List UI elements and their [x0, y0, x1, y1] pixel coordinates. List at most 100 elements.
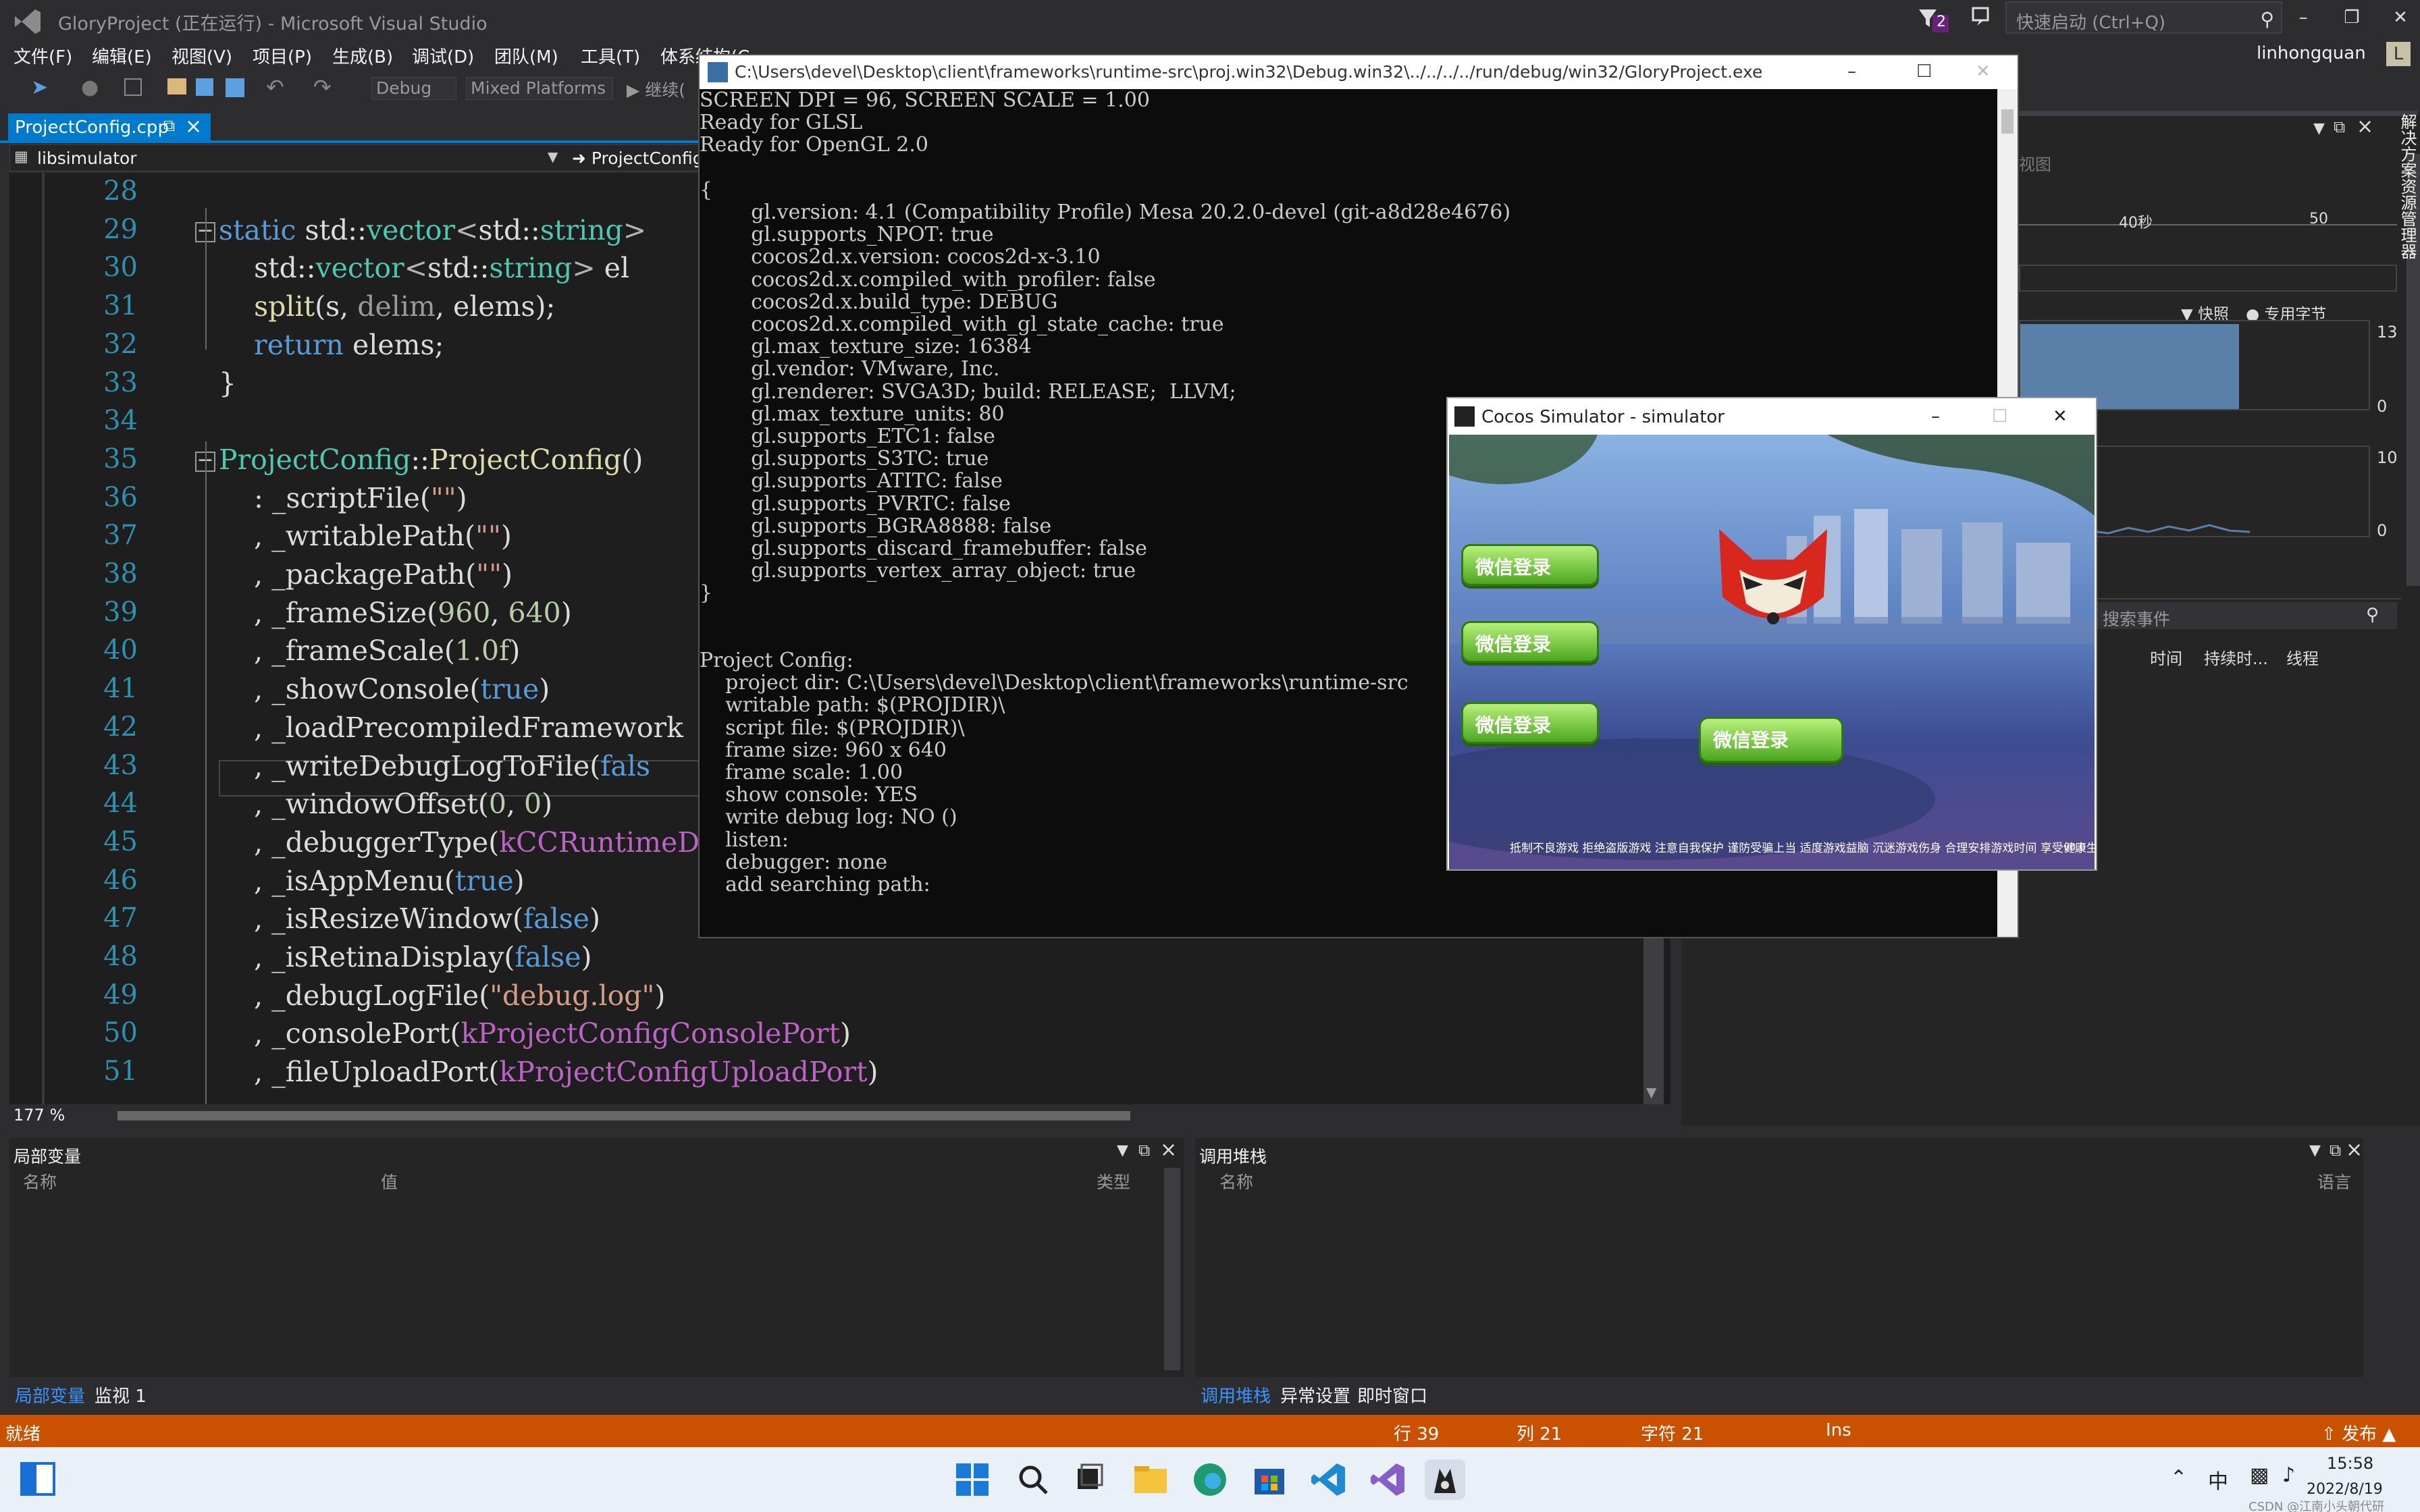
- menu-edit[interactable]: 编辑(E): [92, 43, 152, 68]
- minimize-button[interactable]: –: [2285, 4, 2321, 31]
- code-token: , _isResizeWindow(: [219, 902, 523, 936]
- solution-config-select[interactable]: Debug: [371, 77, 456, 100]
- col-thread[interactable]: 线程: [2286, 645, 2319, 669]
- volume-icon[interactable]: ♪: [2282, 1463, 2295, 1487]
- back-icon[interactable]: ➤: [31, 76, 48, 99]
- console-title: C:\Users\devel\Desktop\client\frameworks…: [735, 62, 1763, 82]
- start-icon[interactable]: [952, 1459, 993, 1500]
- zoom-level-select[interactable]: 177 %: [14, 1106, 65, 1125]
- pin-icon[interactable]: ⧉: [2334, 117, 2345, 136]
- ime-indicator[interactable]: 中: [2208, 1465, 2228, 1494]
- side-tab-solution-explorer[interactable]: 解决方案资源管理器: [2390, 113, 2420, 451]
- menu-tools[interactable]: 工具(T): [581, 43, 640, 68]
- tab-exception-settings[interactable]: 异常设置: [1280, 1382, 1350, 1407]
- menu-build[interactable]: 生成(B): [332, 43, 393, 68]
- edge-icon[interactable]: [1190, 1459, 1230, 1500]
- code-line: , _isResizeWindow(false): [219, 902, 600, 935]
- wechat-login-button[interactable]: 微信登录: [1461, 621, 1599, 663]
- store-icon[interactable]: [1249, 1459, 1290, 1500]
- tab-locals[interactable]: 局部变量: [15, 1382, 85, 1407]
- restore-button[interactable]: ❐: [2334, 4, 2370, 31]
- col-time[interactable]: 时间: [2150, 645, 2182, 669]
- avatar[interactable]: L: [2386, 42, 2411, 66]
- menu-project[interactable]: 项目(P): [253, 43, 312, 68]
- minimize-button[interactable]: –: [1931, 406, 1940, 427]
- close-panel-icon[interactable]: ×: [1160, 1138, 1177, 1162]
- wechat-login-button[interactable]: 微信登录: [1461, 702, 1599, 744]
- show-desktop-icon[interactable]: [20, 1462, 55, 1496]
- feedback-icon[interactable]: [1970, 5, 1995, 28]
- save-icon[interactable]: [196, 78, 213, 96]
- search-icon[interactable]: [1013, 1459, 1053, 1500]
- publish-button[interactable]: ⇧ 发布 ▲: [2321, 1420, 2396, 1445]
- close-tab-icon[interactable]: ×: [185, 115, 202, 138]
- close-panel-icon[interactable]: ×: [2346, 1138, 2363, 1162]
- save-all-icon[interactable]: [226, 78, 244, 97]
- task-view-icon[interactable]: [1070, 1459, 1110, 1500]
- scroll-down-icon[interactable]: ▼: [1646, 1084, 1661, 1104]
- col-duration[interactable]: 持续时...: [2204, 645, 2268, 669]
- console-scroll-thumb[interactable]: [2001, 109, 2014, 134]
- project-dropdown[interactable]: libsimulator: [37, 148, 137, 168]
- search-events-input[interactable]: 搜索事件 ⚲: [2093, 602, 2397, 629]
- close-panel-icon[interactable]: ×: [2357, 115, 2373, 138]
- panel-menu-icon[interactable]: ▼: [2309, 1142, 2321, 1159]
- vscode-icon[interactable]: [1309, 1459, 1349, 1500]
- menu-view[interactable]: 视图(V): [172, 43, 232, 68]
- new-project-icon[interactable]: [124, 78, 142, 96]
- simulator-title-bar[interactable]: Cocos Simulator - simulator – ☐ ✕: [1448, 398, 2096, 435]
- simulator-window[interactable]: Cocos Simulator - simulator – ☐ ✕ 微信登录 微…: [1446, 397, 2097, 871]
- code-token: , _frameScale(: [219, 634, 455, 668]
- glory-project-icon[interactable]: [1425, 1459, 1465, 1500]
- horizontal-scrollbar-thumb[interactable]: [117, 1111, 1130, 1120]
- user-name[interactable]: linhongquan: [2257, 43, 2366, 63]
- maximize-button[interactable]: ☐: [1916, 61, 1932, 82]
- tray-overflow-icon[interactable]: ⌃: [2170, 1466, 2187, 1490]
- file-explorer-icon[interactable]: [1130, 1459, 1171, 1500]
- col-language[interactable]: 语言: [2317, 1169, 2351, 1193]
- redo-icon[interactable]: ↷: [313, 74, 332, 100]
- code-token: , _packagePath(: [219, 558, 477, 591]
- pin-icon[interactable]: ⧉: [163, 116, 175, 135]
- visual-studio-icon[interactable]: [1368, 1459, 1409, 1500]
- panel-menu-icon[interactable]: ▼: [1117, 1142, 1128, 1159]
- close-button[interactable]: ✕: [2382, 4, 2419, 31]
- col-value[interactable]: 值: [381, 1169, 398, 1193]
- menu-debug[interactable]: 调试(D): [412, 43, 474, 68]
- locals-scrollbar[interactable]: [1164, 1168, 1180, 1370]
- minimize-button[interactable]: –: [1847, 61, 1856, 82]
- network-icon[interactable]: ▩: [2250, 1463, 2269, 1487]
- open-file-icon[interactable]: [167, 78, 186, 94]
- close-button[interactable]: ✕: [1976, 61, 1991, 82]
- pin-icon[interactable]: ⧉: [1138, 1141, 1150, 1160]
- continue-button[interactable]: ▶ 继续(: [627, 77, 685, 101]
- undo-icon[interactable]: ↶: [266, 74, 284, 100]
- col-type[interactable]: 类型: [1097, 1169, 1130, 1193]
- notifications-filter-icon[interactable]: 2: [1916, 4, 1950, 35]
- tab-projectconfig-cpp[interactable]: ProjectConfig.cpp ⧉ ×: [8, 113, 211, 140]
- menu-file[interactable]: 文件(F): [14, 43, 72, 68]
- forward-icon[interactable]: ●: [81, 76, 99, 99]
- menu-team[interactable]: 团队(M): [494, 43, 558, 68]
- scope-dropdown[interactable]: ➜ ProjectConfig: [572, 148, 704, 168]
- col-name[interactable]: 名称: [1219, 1169, 1253, 1193]
- timeline-selector[interactable]: [2019, 265, 2397, 292]
- tab-callstack[interactable]: 调用堆栈: [1201, 1382, 1271, 1407]
- pin-icon[interactable]: ⧉: [2330, 1141, 2341, 1160]
- clock-date[interactable]: 2022/8/19: [2307, 1481, 2383, 1498]
- close-button[interactable]: ✕: [2053, 406, 2068, 427]
- game-scene[interactable]: 微信登录 微信登录 微信登录 微信登录 抵制不良游戏 拒绝盗版游戏 注意自我保护…: [1449, 435, 2095, 869]
- col-name[interactable]: 名称: [23, 1169, 57, 1193]
- tab-immediate-window[interactable]: 即时窗口: [1357, 1382, 1427, 1407]
- tab-watch-1[interactable]: 监视 1: [95, 1382, 147, 1407]
- wechat-login-button[interactable]: 微信登录: [1461, 544, 1599, 586]
- code-token: split: [254, 290, 315, 323]
- code-line: , _frameSize(960, 640): [219, 597, 572, 629]
- console-title-bar[interactable]: C:\Users\devel\Desktop\client\frameworks…: [700, 55, 2018, 89]
- quick-launch-input[interactable]: 快速启动 (Ctrl+Q) ⚲: [2005, 1, 2282, 34]
- clock-time[interactable]: 15:58: [2327, 1454, 2373, 1473]
- panel-menu-icon[interactable]: ▼: [2313, 120, 2325, 137]
- wechat-login-button[interactable]: 微信登录: [1699, 717, 1843, 763]
- solution-platform-select[interactable]: Mixed Platforms: [466, 77, 613, 100]
- maximize-button[interactable]: ☐: [1992, 406, 2007, 427]
